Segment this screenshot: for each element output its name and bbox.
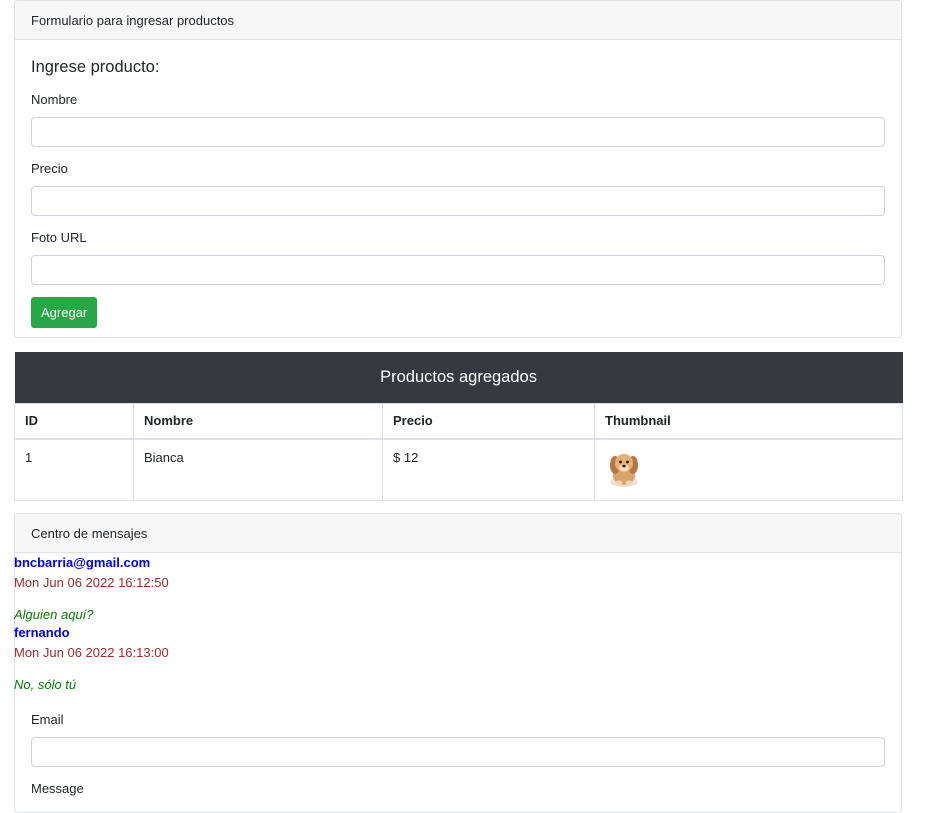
dog-photo-icon xyxy=(610,454,638,487)
column-header-id: ID xyxy=(14,402,134,440)
messages-header: Centro de mensajes xyxy=(15,514,901,553)
column-header-price: Precio xyxy=(382,402,595,440)
price-label: Precio xyxy=(31,161,68,176)
products-header-row: ID Nombre Precio Thumbnail xyxy=(14,402,904,440)
product-form-header: Formulario para ingresar productos xyxy=(15,1,901,40)
photo-url-input[interactable] xyxy=(31,255,885,285)
message-text: Alguien aquí? xyxy=(14,607,94,622)
message-date: Mon Jun 06 2022 16:12:50 xyxy=(14,575,169,590)
name-label: Nombre xyxy=(31,92,78,107)
column-header-thumbnail: Thumbnail xyxy=(593,402,904,440)
products-caption: Productos agregados xyxy=(14,352,903,403)
form-title: Ingrese producto: xyxy=(31,58,160,76)
column-header-name: Nombre xyxy=(133,402,383,440)
price-input[interactable] xyxy=(31,186,885,216)
products-table: Productos agregados ID Nombre Precio Thu… xyxy=(14,352,904,501)
cell-price: $ 12 xyxy=(382,438,595,501)
message-text: No, sólo tú xyxy=(14,677,77,692)
cell-thumbnail xyxy=(593,438,904,501)
messages-card: Centro de mensajes bncbarria@gmail.com M… xyxy=(14,513,902,813)
email-input[interactable] xyxy=(31,737,885,767)
message-list: bncbarria@gmail.com Mon Jun 06 2022 16:1… xyxy=(14,553,901,694)
cell-name: Bianca xyxy=(133,438,383,501)
message-item: fernando Mon Jun 06 2022 16:13:00 No, só… xyxy=(14,624,901,694)
message-label: Message xyxy=(31,781,84,796)
message-item: bncbarria@gmail.com Mon Jun 06 2022 16:1… xyxy=(14,554,901,624)
photo-url-label: Foto URL xyxy=(31,230,87,245)
message-author: bncbarria@gmail.com xyxy=(14,555,151,570)
cell-id: 1 xyxy=(14,438,134,501)
message-author: fernando xyxy=(14,625,70,640)
name-input[interactable] xyxy=(31,117,885,147)
message-date: Mon Jun 06 2022 16:13:00 xyxy=(14,645,169,660)
email-label: Email xyxy=(31,712,64,727)
table-row: 1 Bianca $ 12 xyxy=(14,438,904,501)
product-form-card: Formulario para ingresar productos Ingre… xyxy=(14,0,902,338)
add-product-button[interactable]: Agregar xyxy=(31,297,98,328)
